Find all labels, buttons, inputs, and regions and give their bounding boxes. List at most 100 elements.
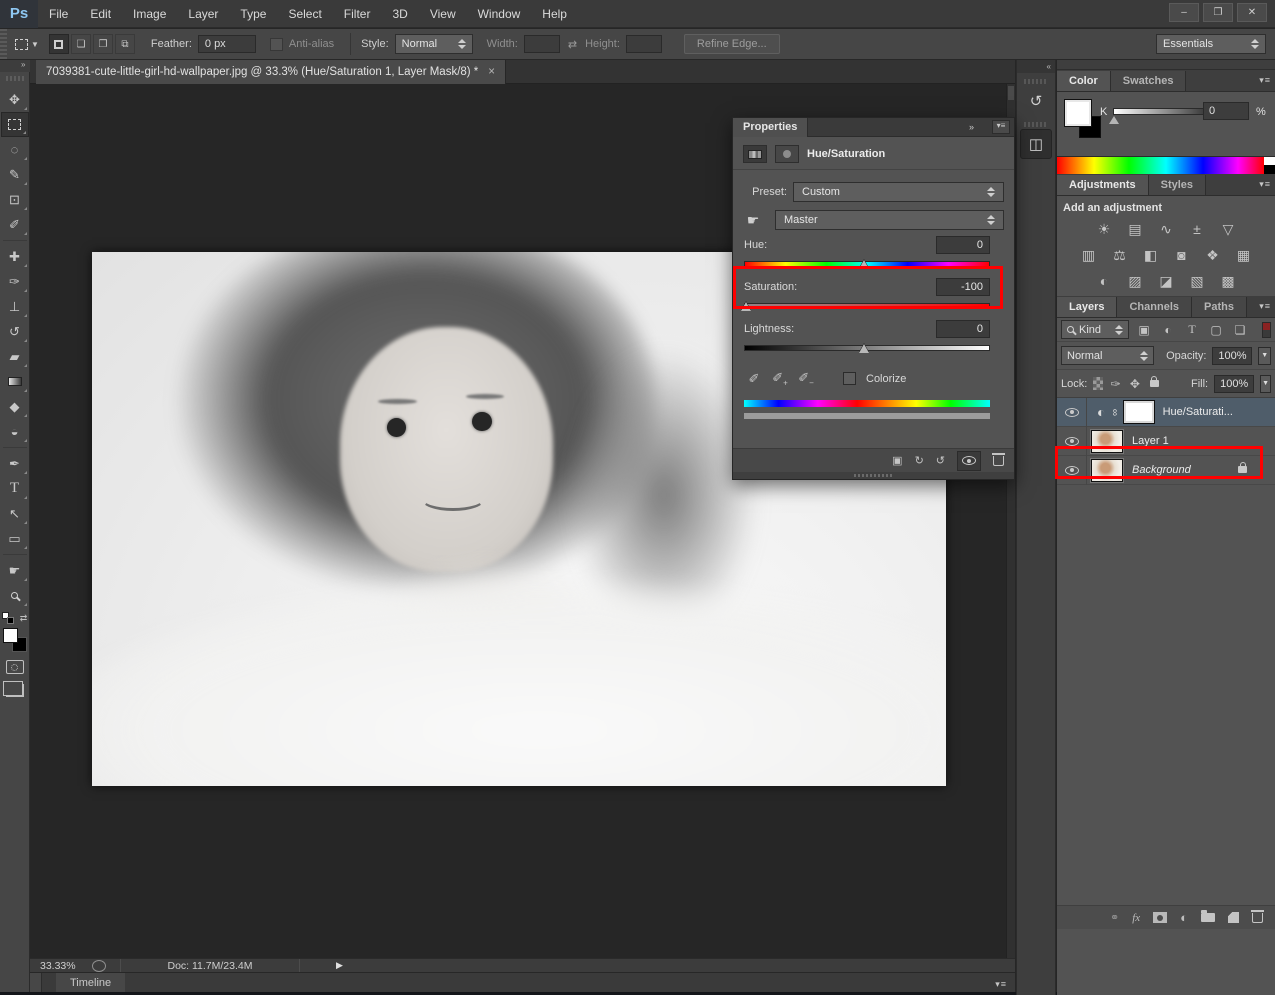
selection-mode-new[interactable] [49, 34, 69, 54]
lock-transparency-icon[interactable] [1093, 377, 1103, 390]
lightness-value-input[interactable]: 0 [936, 320, 990, 338]
lasso-tool[interactable]: ◌ [1, 137, 29, 162]
new-layer-icon[interactable] [1228, 912, 1239, 923]
eyedropper-tool[interactable]: ✐ [1, 212, 29, 237]
layer-filter-kind-dropdown[interactable]: Kind [1061, 320, 1129, 339]
threshold-icon[interactable]: ◪ [1155, 272, 1177, 290]
tab-layers[interactable]: Layers [1057, 297, 1117, 317]
eraser-tool[interactable]: ▰ [1, 344, 29, 369]
lightness-slider-thumb[interactable] [859, 344, 869, 353]
zoom-level[interactable]: 33.33% [40, 960, 92, 972]
width-input[interactable] [524, 35, 560, 53]
move-tool[interactable]: ✥ [1, 87, 29, 112]
timeline-menu-icon[interactable]: ▾≡ [995, 979, 1007, 990]
view-previous-state-icon[interactable]: ↻ [915, 454, 924, 467]
dodge-tool[interactable]: ◒ [1, 419, 29, 444]
blend-mode-dropdown[interactable]: Normal [1061, 346, 1154, 365]
new-adjustment-layer-icon[interactable]: ◐ [1180, 910, 1188, 925]
foreground-color[interactable] [3, 628, 18, 643]
eyedropper-subtract-icon[interactable]: ✐− [795, 370, 817, 388]
tab-paths[interactable]: Paths [1192, 297, 1247, 317]
targeted-adjustment-icon[interactable]: ☛ [743, 212, 763, 229]
layer-row-background[interactable]: Background [1057, 456, 1275, 485]
color-balance-icon[interactable]: ⚖ [1109, 246, 1131, 264]
hue-value-input[interactable]: 0 [936, 236, 990, 254]
color-foreground-swatch[interactable] [1065, 100, 1091, 126]
link-layers-icon[interactable]: ⚭ [1110, 911, 1119, 924]
posterize-icon[interactable]: ▨ [1124, 272, 1146, 290]
status-arrow-icon[interactable]: ▶ [336, 960, 343, 971]
minimize-button[interactable]: – [1169, 3, 1199, 22]
spot-healing-brush-tool[interactable]: ✚ [1, 244, 29, 269]
saturation-slider[interactable] [744, 303, 990, 309]
visibility-toggle[interactable] [1057, 398, 1087, 427]
layer-name[interactable]: Hue/Saturati... [1163, 406, 1233, 418]
k-value-input[interactable]: 0 [1203, 102, 1249, 120]
properties-tab[interactable]: Properties [733, 118, 808, 137]
menu-file[interactable]: File [38, 0, 79, 28]
hand-tool[interactable]: ☛ [1, 558, 29, 583]
hue-slider-thumb[interactable] [859, 260, 869, 269]
tab-swatches[interactable]: Swatches [1111, 71, 1187, 91]
rectangle-tool[interactable]: ▭ [1, 526, 29, 551]
menu-help[interactable]: Help [531, 0, 578, 28]
saturation-slider-thumb[interactable] [741, 302, 751, 311]
layer-mask-thumbnail[interactable] [1124, 401, 1154, 423]
tab-styles[interactable]: Styles [1149, 175, 1206, 195]
layer-thumbnail[interactable] [1091, 459, 1123, 482]
mask-properties-icon[interactable] [775, 145, 799, 163]
menu-image[interactable]: Image [122, 0, 177, 28]
layer-row-hue-saturation[interactable]: ◐ ∞ Hue/Saturati... [1057, 398, 1275, 427]
menu-window[interactable]: Window [467, 0, 532, 28]
zoom-tool[interactable] [1, 583, 29, 608]
layers-panel-menu-icon[interactable]: ▾≡ [1259, 301, 1271, 312]
filter-smart-object-icon[interactable]: ❏ [1231, 323, 1249, 337]
tab-channels[interactable]: Channels [1117, 297, 1192, 317]
color-spectrum-bar[interactable] [1057, 156, 1275, 174]
toggle-visibility-button[interactable] [957, 451, 981, 471]
timeline-tab[interactable]: Timeline [56, 973, 125, 993]
color-lookup-icon[interactable]: ▦ [1233, 246, 1255, 264]
style-dropdown[interactable]: Normal [395, 34, 473, 54]
properties-title-bar[interactable]: Properties » ▾≡ [733, 118, 1014, 137]
fill-dropdown-icon[interactable]: ▼ [1260, 375, 1271, 393]
lock-paint-icon[interactable]: ✑ [1109, 377, 1122, 391]
eyedropper-sample-icon[interactable]: ✐ [743, 371, 765, 387]
history-brush-tool[interactable]: ↺ [1, 319, 29, 344]
spectrum-black-swatch[interactable] [1264, 165, 1275, 174]
menu-filter[interactable]: Filter [333, 0, 382, 28]
layer-row-layer1[interactable]: Layer 1 [1057, 427, 1275, 456]
crop-tool[interactable]: ⊡ [1, 187, 29, 212]
anti-alias-checkbox[interactable] [270, 38, 283, 51]
filter-adjustment-icon[interactable]: ◐ [1159, 323, 1177, 337]
new-group-icon[interactable] [1201, 913, 1215, 922]
quick-selection-tool[interactable]: ✎ [1, 162, 29, 187]
restore-button[interactable]: ❐ [1203, 3, 1233, 22]
vibrance-icon[interactable]: ▽ [1217, 220, 1239, 238]
color-panel-menu-icon[interactable]: ▾≡ [1259, 75, 1271, 86]
preset-dropdown[interactable]: Custom [793, 182, 1004, 202]
properties-resize-handle[interactable] [733, 472, 1014, 479]
quick-mask-button[interactable] [6, 660, 24, 674]
tools-collapse-icon[interactable]: » [0, 60, 30, 72]
visibility-toggle[interactable] [1057, 456, 1087, 485]
refine-edge-button[interactable]: Refine Edge... [684, 34, 780, 54]
menu-select[interactable]: Select [277, 0, 332, 28]
filter-type-icon[interactable]: T [1183, 322, 1201, 337]
gradient-tool[interactable] [1, 369, 29, 394]
visibility-toggle[interactable] [1057, 427, 1087, 456]
opacity-input[interactable]: 100% [1212, 347, 1252, 365]
selection-mode-add[interactable]: ❏ [71, 34, 91, 54]
tool-preset[interactable]: ▼ [15, 39, 39, 50]
brightness-contrast-icon[interactable]: ☀ [1093, 220, 1115, 238]
tab-color[interactable]: Color [1057, 71, 1111, 91]
filter-image-icon[interactable]: ▣ [1135, 323, 1153, 337]
lock-position-icon[interactable]: ✥ [1128, 377, 1141, 391]
menu-layer[interactable]: Layer [177, 0, 229, 28]
properties-menu-icon[interactable]: ▾≡ [992, 120, 1010, 134]
brush-tool[interactable]: ✑ [1, 269, 29, 294]
menu-type[interactable]: Type [229, 0, 277, 28]
menu-edit[interactable]: Edit [79, 0, 122, 28]
fill-input[interactable]: 100% [1214, 375, 1254, 393]
foreground-background-swatches[interactable] [3, 628, 27, 652]
